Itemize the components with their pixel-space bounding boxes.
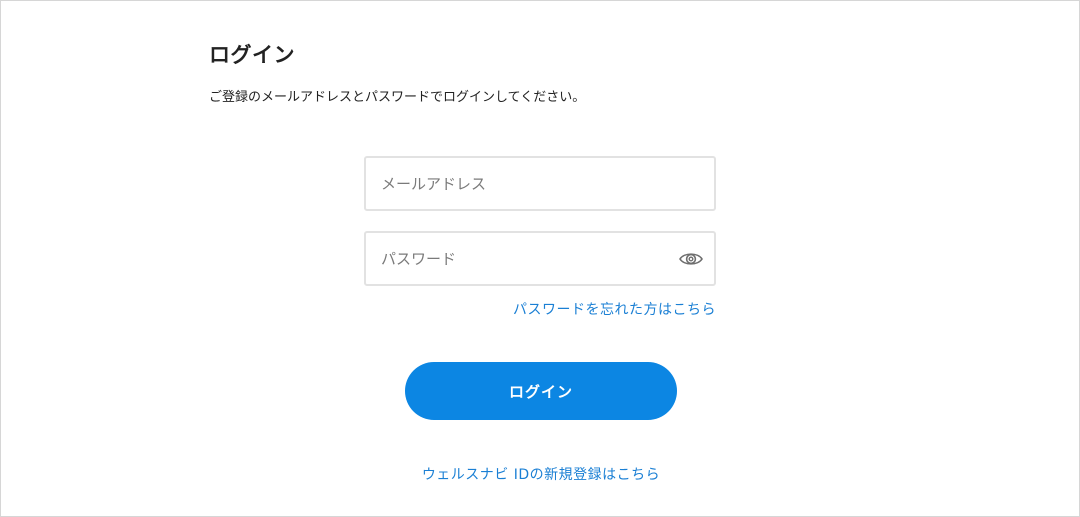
email-field-container — [364, 156, 716, 211]
eye-icon[interactable] — [679, 249, 703, 269]
register-link[interactable]: ウェルスナビ IDの新規登録はこちら — [422, 467, 660, 483]
page-subtitle: ご登録のメールアドレスとパスワードでログインしてください。 — [209, 90, 586, 105]
login-panel: ログイン ご登録のメールアドレスとパスワードでログインしてください。 パスワード… — [0, 0, 1080, 517]
email-field[interactable] — [366, 158, 714, 209]
password-field[interactable] — [366, 233, 714, 284]
page-title: ログイン — [209, 43, 295, 67]
password-field-container — [364, 231, 716, 286]
forgot-password-link[interactable]: パスワードを忘れた方はこちら — [513, 299, 716, 319]
register-link-container: ウェルスナビ IDの新規登録はこちら — [1, 464, 1080, 484]
login-button[interactable]: ログイン — [405, 362, 677, 420]
